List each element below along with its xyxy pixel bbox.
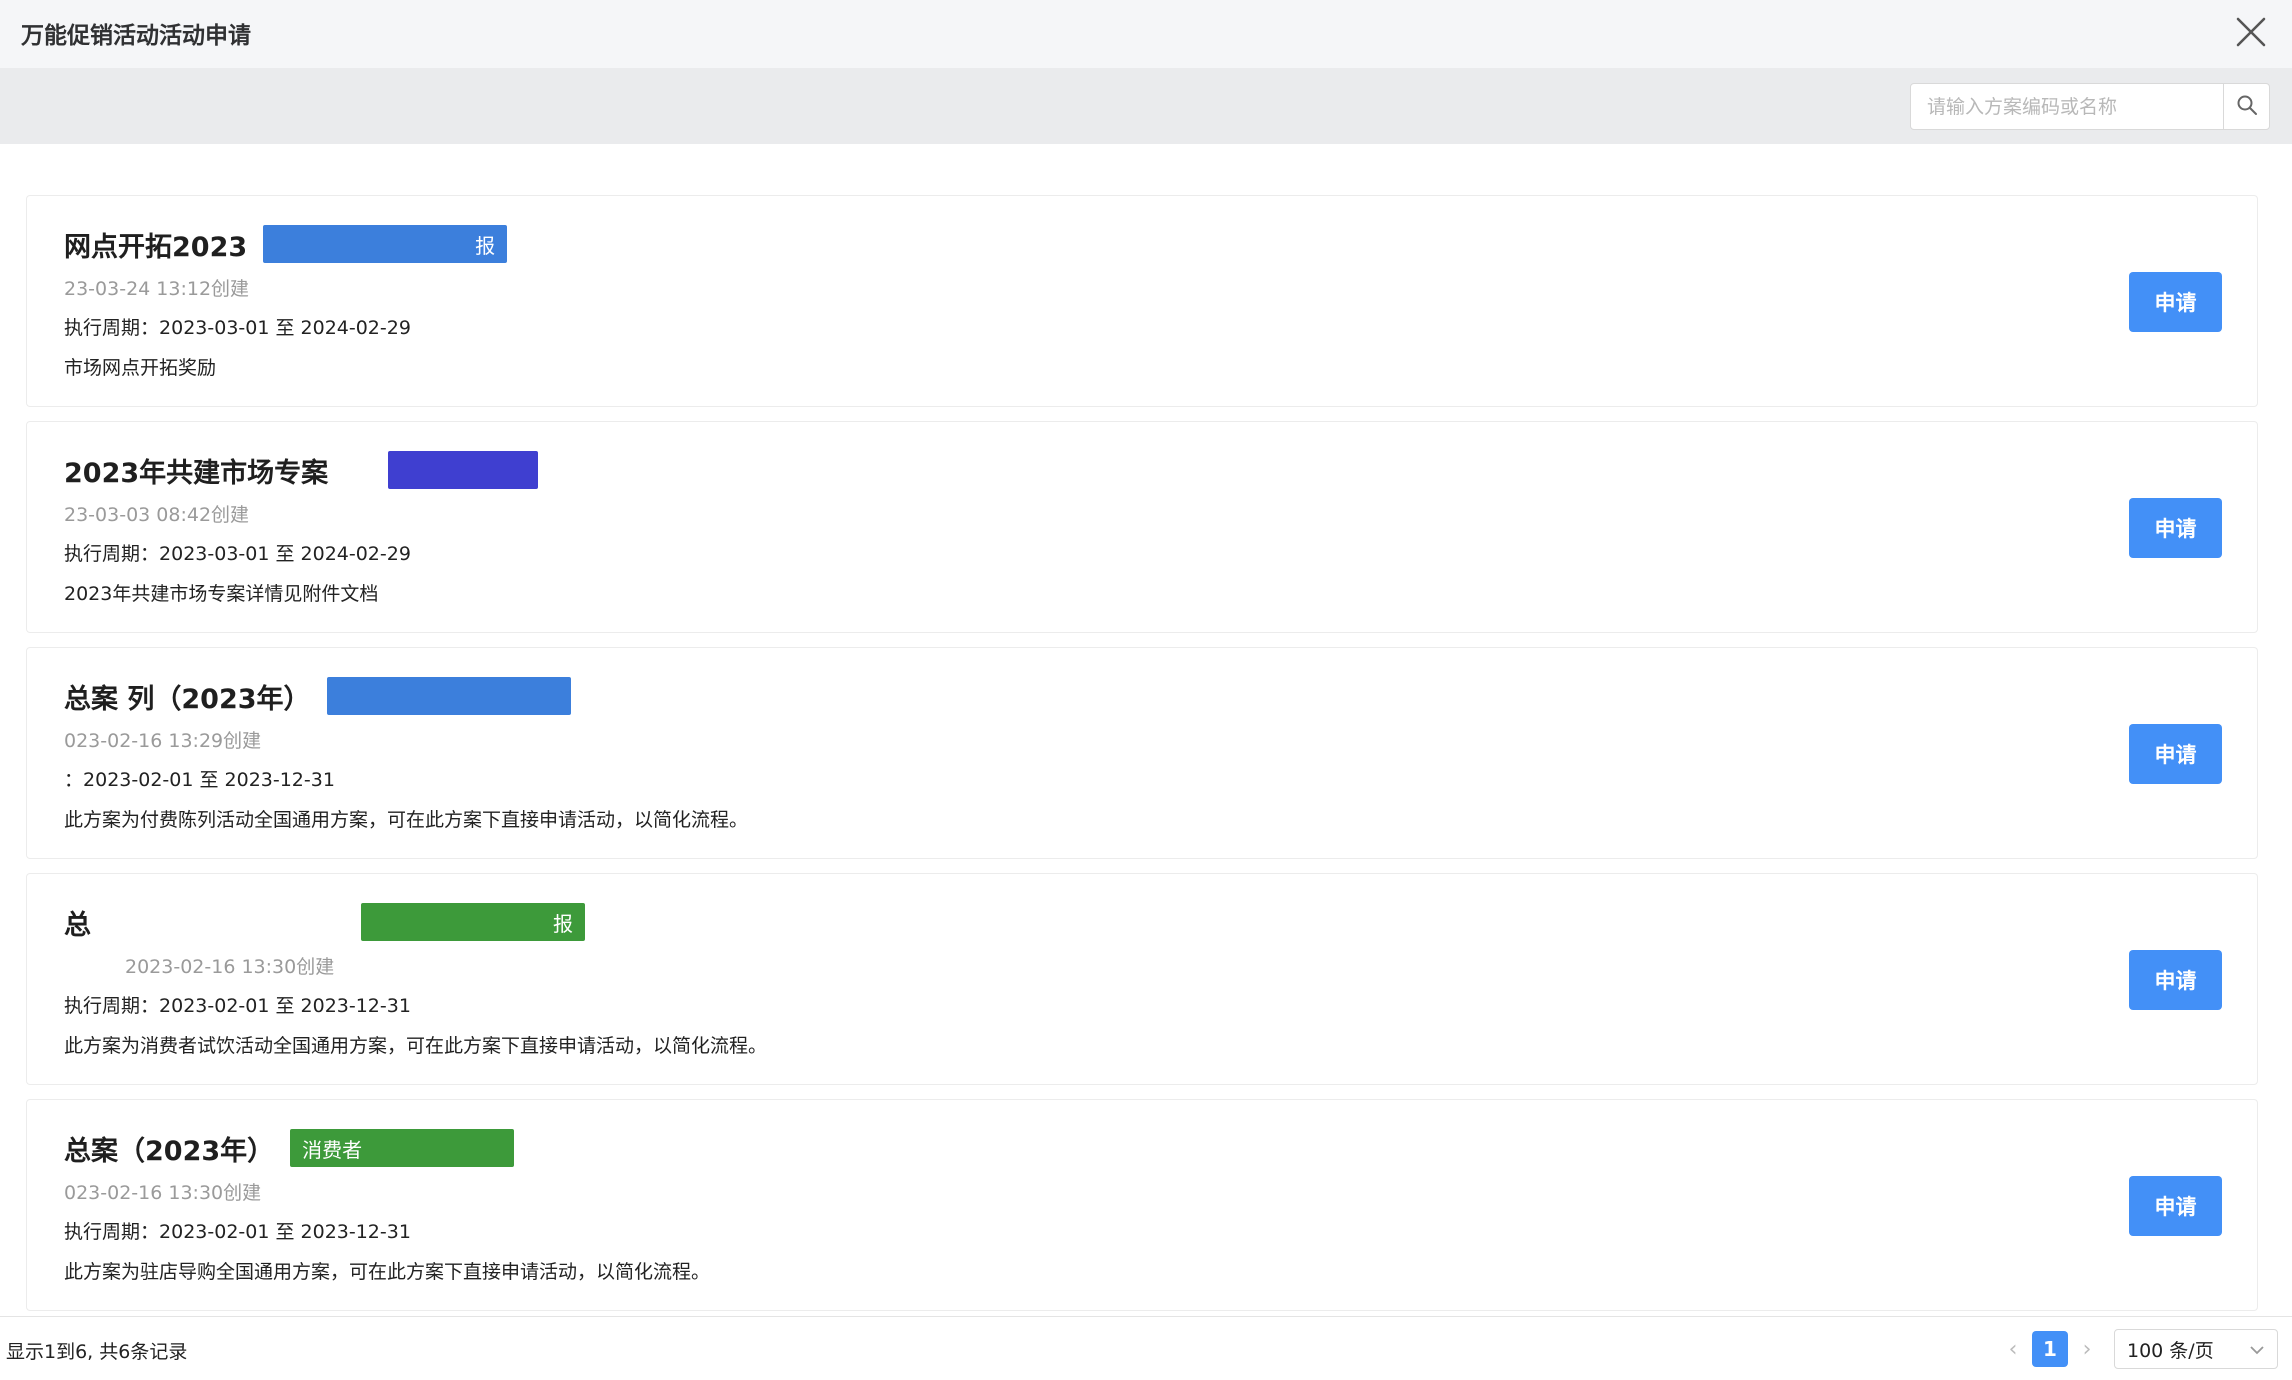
plan-created: 023-02-16 13:30创建 <box>64 1182 262 1204</box>
apply-button[interactable]: 申请 <box>2129 272 2222 332</box>
plan-created: 23-03-03 08:42创建 <box>64 504 250 526</box>
search-box <box>1910 83 2270 130</box>
plan-description: 此方案为驻店导购全国通用方案，可在此方案下直接申请活动，以简化流程。 <box>64 1261 711 1283</box>
footer: 显示1到6, 共6条记录 ‹ 1 › 100 条/页 <box>0 1316 2292 1380</box>
plan-title: 总案（2023年） <box>64 1135 275 1167</box>
plan-card: 总案（2023年） 消费者 023-02-16 13:30创建 执行周期：202… <box>26 1099 2258 1311</box>
record-count: 显示1到6, 共6条记录 <box>6 1341 188 1363</box>
plan-tag: 消费者 <box>290 1129 515 1167</box>
plan-period: 执行周期：2023-02-01 至 2023-12-31 <box>64 995 411 1017</box>
close-icon[interactable] <box>2232 13 2270 51</box>
apply-button[interactable]: 申请 <box>2129 1176 2222 1236</box>
search-input[interactable] <box>1911 84 2223 129</box>
apply-modal: 万能促销活动活动申请 网点开拓2023 <box>0 0 2292 1380</box>
plan-period: ：2023-02-01 至 2023-12-31 <box>64 769 335 791</box>
plan-card: 2023年共建市场专案 23-03-03 08:42创建 执行周期：2023-0… <box>26 421 2258 633</box>
plan-title: 网点开拓2023 <box>64 231 248 263</box>
search-button[interactable] <box>2223 84 2269 129</box>
plan-card: 网点开拓2023 报 23-03-24 13:12创建 执行周期：2023-03… <box>26 195 2258 407</box>
chevron-down-icon <box>2249 1338 2265 1360</box>
plan-description: 2023年共建市场专案详情见附件文档 <box>64 583 379 605</box>
plan-tag: 报 <box>361 903 585 941</box>
plan-title: 总案 列（2023年） <box>64 683 311 715</box>
plan-created: 23-03-24 13:12创建 <box>64 278 250 300</box>
page-size-select[interactable]: 100 条/页 <box>2114 1329 2278 1369</box>
plan-title: 2023年共建市场专案 <box>64 457 329 489</box>
modal-header: 万能促销活动活动申请 <box>0 0 2292 68</box>
plan-tag <box>326 677 571 715</box>
plan-description: 此方案为消费者试饮活动全国通用方案，可在此方案下直接申请活动，以简化流程。 <box>64 1035 768 1057</box>
modal-title: 万能促销活动活动申请 <box>21 23 251 49</box>
search-icon <box>2236 94 2258 120</box>
plan-card: 总案 列（2023年） 023-02-16 13:29创建 ：2023-02-0… <box>26 647 2258 859</box>
plan-tag: 报 <box>263 225 508 263</box>
page-size-value: 100 条/页 <box>2127 1339 2214 1362</box>
plan-created: 2023-02-16 13:30创建 <box>125 956 335 978</box>
plan-period: 执行周期：2023-02-01 至 2023-12-31 <box>64 1221 411 1243</box>
page-number[interactable]: 1 <box>2032 1331 2068 1367</box>
plan-period: 执行周期：2023-03-01 至 2024-02-29 <box>64 543 411 565</box>
plan-description: 市场网点开拓奖励 <box>64 357 217 379</box>
apply-button[interactable]: 申请 <box>2129 724 2222 784</box>
plan-title: 总 <box>64 909 91 941</box>
plan-period: 执行周期：2023-03-01 至 2024-02-29 <box>64 317 411 339</box>
plan-card: 总 报 2023-02-16 13:30创建 执行周期：2023-02-01 至… <box>26 873 2258 1085</box>
plan-created: 023-02-16 13:29创建 <box>64 730 262 752</box>
apply-button[interactable]: 申请 <box>2129 498 2222 558</box>
next-page-icon[interactable]: › <box>2072 1331 2102 1367</box>
toolbar <box>0 68 2292 144</box>
plan-list: 网点开拓2023 报 23-03-24 13:12创建 执行周期：2023-03… <box>26 195 2258 1325</box>
apply-button[interactable]: 申请 <box>2129 950 2222 1010</box>
plan-tag <box>388 451 539 489</box>
prev-page-icon[interactable]: ‹ <box>1998 1331 2028 1367</box>
pagination: ‹ 1 › 100 条/页 <box>1998 1329 2278 1369</box>
plan-description: 此方案为付费陈列活动全国通用方案，可在此方案下直接申请活动，以简化流程。 <box>64 809 749 831</box>
